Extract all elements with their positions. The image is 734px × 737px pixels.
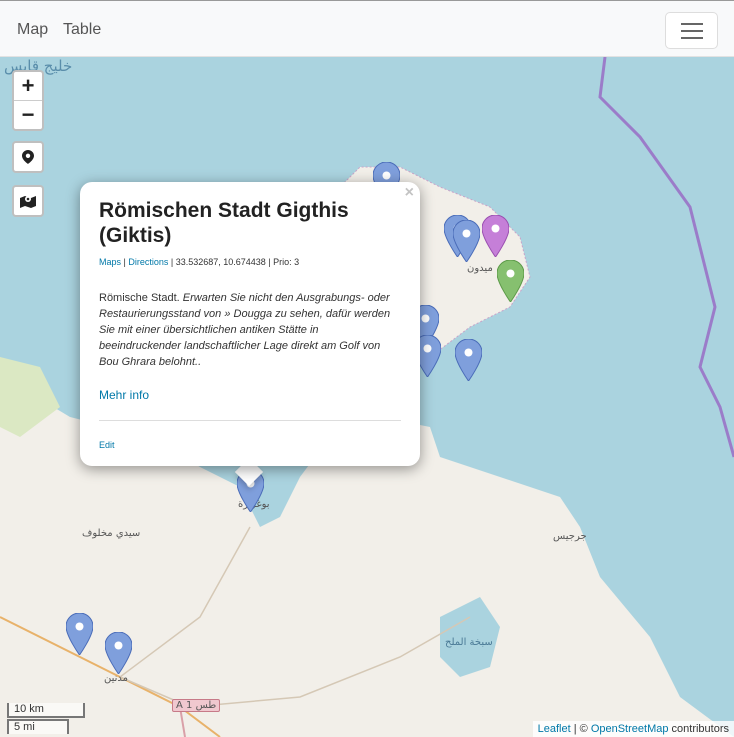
navbar: Map Table xyxy=(0,0,734,57)
map-marker-green[interactable] xyxy=(496,259,525,303)
map-marker[interactable] xyxy=(454,338,483,382)
scale-km: 10 km xyxy=(7,703,85,718)
layers-control xyxy=(12,185,44,217)
zoom-control: + − xyxy=(12,70,44,131)
edit-link[interactable]: Edit xyxy=(99,440,115,450)
map-label-sidi-makhlouf: سيدي مخلوف xyxy=(82,528,141,539)
map-marker[interactable] xyxy=(452,219,481,263)
zoom-out-button[interactable]: − xyxy=(14,101,42,129)
map-container[interactable]: خليج قابس ميدون جرجيس بوغرارة سيدي مخلوف… xyxy=(0,57,734,737)
map-label-medenine: مدنين xyxy=(104,673,129,684)
nav-link-map[interactable]: Map xyxy=(17,21,48,39)
location-pin-icon xyxy=(22,150,34,164)
attribution-suffix: contributors xyxy=(668,723,729,735)
hamburger-icon-line xyxy=(681,30,703,32)
locate-control xyxy=(12,141,44,173)
popup-title: Römischen Stadt Gigthis (Giktis) xyxy=(99,199,349,247)
map-popup: × Römischen Stadt Gigthis (Giktis) Maps … xyxy=(80,182,420,466)
scale-mi: 5 mi xyxy=(7,719,69,734)
map-layers-button[interactable] xyxy=(14,187,42,215)
popup-coordinates: | 33.532687, 10.674438 | Prio: 3 xyxy=(168,257,300,267)
attribution-separator: | © xyxy=(570,723,591,735)
hamburger-icon xyxy=(681,23,703,25)
zoom-in-button[interactable]: + xyxy=(14,72,42,100)
hamburger-icon-line xyxy=(681,37,703,39)
map-label-midoun: ميدون xyxy=(467,263,493,274)
leaflet-link[interactable]: Leaflet xyxy=(538,723,571,735)
popup-divider xyxy=(99,420,401,421)
road-shield-a1: A 1 طس xyxy=(172,699,221,712)
map-marker[interactable] xyxy=(104,631,133,675)
map-marker-icon xyxy=(20,196,36,208)
popup-close-button[interactable]: × xyxy=(405,184,414,202)
directions-link[interactable]: Directions xyxy=(128,257,168,267)
nav-link-table[interactable]: Table xyxy=(63,21,101,39)
maps-link[interactable]: Maps xyxy=(99,257,121,267)
map-attribution: Leaflet | © OpenStreetMap contributors xyxy=(532,721,734,737)
popup-description: Römische Stadt. Erwarten Sie nicht den A… xyxy=(99,290,399,370)
map-marker[interactable] xyxy=(65,612,94,656)
map-marker-purple[interactable] xyxy=(481,214,510,258)
osm-link[interactable]: OpenStreetMap xyxy=(591,723,669,735)
navbar-toggler-button[interactable] xyxy=(665,12,718,49)
more-info-link[interactable]: Mehr info xyxy=(99,388,149,402)
popup-description-plain: Römische Stadt. xyxy=(99,292,183,304)
locate-button[interactable] xyxy=(14,143,42,171)
map-label-zarzis: جرجيس xyxy=(553,531,587,542)
popup-meta: Maps | Directions | 33.532687, 10.674438… xyxy=(99,257,300,267)
map-label-sebkha: سبخة الملح xyxy=(445,637,493,648)
